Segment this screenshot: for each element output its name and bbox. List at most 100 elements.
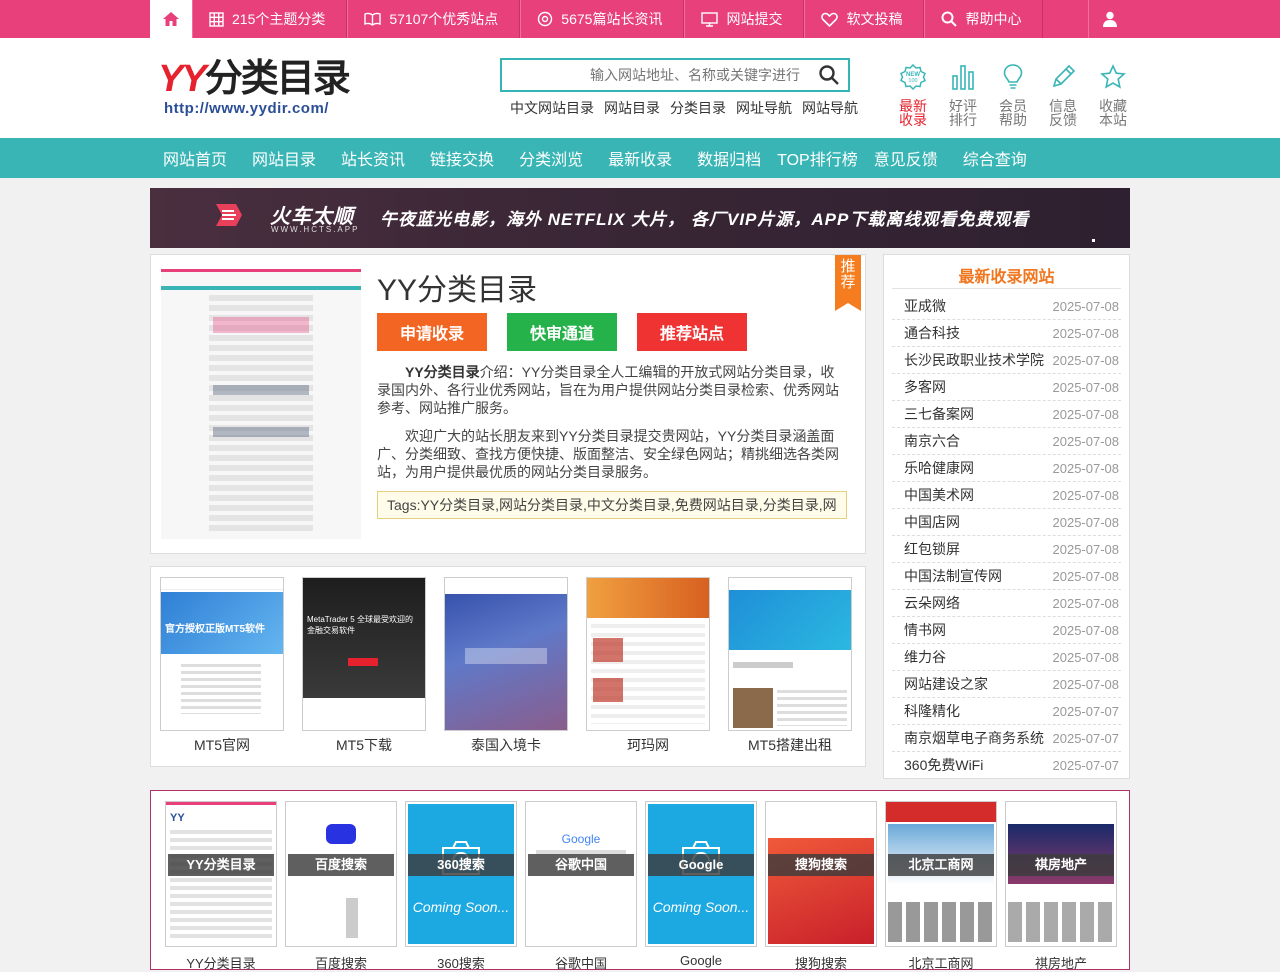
featured-item[interactable]: 北京工商网 北京工商网 bbox=[885, 801, 997, 972]
nav-item-home[interactable]: 网站首页 bbox=[163, 146, 227, 170]
nav-item-archive[interactable]: 数据归档 bbox=[697, 146, 761, 170]
topbar-categories[interactable]: 215个主题分类 bbox=[192, 0, 348, 38]
related-thumbnail: MetaTrader 5 全球最受欢迎的金融交易软件 bbox=[302, 577, 426, 731]
nav-item-news[interactable]: 站长资讯 bbox=[341, 146, 405, 170]
featured-item[interactable]: 百度搜索 百度搜索 bbox=[285, 801, 397, 972]
related-item[interactable]: 泰国入境卡 bbox=[444, 577, 568, 755]
hotlink-0[interactable]: 中文网站目录 bbox=[510, 98, 594, 118]
nav-item-browse[interactable]: 分类浏览 bbox=[519, 146, 583, 170]
new-badge-icon: NEW 100 bbox=[900, 62, 926, 92]
topbar-article[interactable]: 软文投稿 bbox=[804, 0, 925, 38]
nav-item-directory[interactable]: 网站目录 bbox=[252, 146, 316, 170]
latest-sites-list: 亚成微 2025-07-08 通合科技 2025-07-08 长沙民政职业技术学院 202… bbox=[892, 293, 1121, 779]
related-item[interactable]: MetaTrader 5 全球最受欢迎的金融交易软件 MT5下载 bbox=[302, 577, 426, 755]
latest-site-item[interactable]: 360免费WiFi 2025-07-07 bbox=[892, 752, 1121, 779]
related-item[interactable]: 珂玛网 bbox=[586, 577, 710, 755]
latest-site-item[interactable]: 三七备案网 2025-07-08 bbox=[892, 401, 1121, 428]
related-sites: 官方授权正版MT5软件 MT5官网 MetaTrader 5 全球最受欢迎的金融… bbox=[150, 566, 866, 767]
lightbulb-icon bbox=[1002, 62, 1024, 92]
latest-site-item[interactable]: 中国法制宣传网 2025-07-08 bbox=[892, 563, 1121, 590]
featured-overlay: 百度搜索 bbox=[288, 854, 394, 876]
feedback-button[interactable]: 信息反馈 bbox=[1038, 62, 1088, 127]
hotlink-1[interactable]: 网站目录 bbox=[604, 98, 660, 118]
bookmark-button[interactable]: 收藏本站 bbox=[1088, 62, 1138, 127]
latest-site-name: 通合科技 bbox=[904, 325, 960, 341]
site-logo[interactable]: YY分类目录 http://www.yydir.com/ bbox=[158, 56, 351, 122]
top-bar: 215个主题分类 57107个优秀站点 5675篇站长资讯 网站提交 软文投稿 … bbox=[0, 0, 1280, 38]
logo-yy: YY bbox=[158, 58, 207, 100]
hotlink-4[interactable]: 网站导航 bbox=[802, 98, 858, 118]
hotlink-2[interactable]: 分类目录 bbox=[670, 98, 726, 118]
latest-site-item[interactable]: 科隆精化 2025-07-07 bbox=[892, 698, 1121, 725]
related-item[interactable]: 官方授权正版MT5软件 MT5官网 bbox=[160, 577, 284, 755]
featured-item[interactable]: YY YY分类目录 YY分类目录 bbox=[165, 801, 277, 972]
latest-site-item[interactable]: 中国美术网 2025-07-08 bbox=[892, 482, 1121, 509]
search-icon bbox=[819, 65, 839, 85]
topbar-sites[interactable]: 57107个优秀站点 bbox=[347, 0, 521, 38]
hotlink-3[interactable]: 网址导航 bbox=[736, 98, 792, 118]
latest-site-name: 南京烟草电子商务系统 bbox=[904, 730, 1044, 746]
help-button[interactable]: 会员帮助 bbox=[988, 62, 1038, 127]
latest-site-item[interactable]: 情书网 2025-07-08 bbox=[892, 617, 1121, 644]
nav-item-feedback[interactable]: 意见反馈 bbox=[874, 146, 938, 170]
latest-site-item[interactable]: 维力谷 2025-07-08 bbox=[892, 644, 1121, 671]
topbar-news[interactable]: 5675篇站长资讯 bbox=[520, 0, 685, 38]
featured-overlay: YY分类目录 bbox=[168, 854, 274, 876]
site-screenshot[interactable] bbox=[161, 269, 361, 539]
ranking-label: 好评排行 bbox=[949, 98, 977, 128]
topbar-submit[interactable]: 网站提交 bbox=[684, 0, 805, 38]
related-name: MT5下载 bbox=[336, 737, 392, 753]
nav-item-latest[interactable]: 最新收录 bbox=[608, 146, 672, 170]
ranking-button[interactable]: 好评排行 bbox=[938, 62, 988, 127]
nav-item-top[interactable]: TOP排行榜 bbox=[777, 146, 858, 170]
fast-review-button[interactable]: 快审通道 bbox=[507, 313, 617, 351]
nav-item-links[interactable]: 链接交换 bbox=[430, 146, 494, 170]
featured-name: 360搜索 bbox=[437, 956, 485, 971]
latest-site-item[interactable]: 中国店网 2025-07-08 bbox=[892, 509, 1121, 536]
apply-button[interactable]: 申请收录 bbox=[377, 313, 487, 351]
featured-item[interactable]: Google 谷歌中国 谷歌中国 bbox=[525, 801, 637, 972]
book-icon bbox=[364, 12, 382, 26]
recommend-button[interactable]: 推荐站点 bbox=[637, 313, 747, 351]
latest-site-item[interactable]: 多客网 2025-07-08 bbox=[892, 374, 1121, 401]
nav-item-query[interactable]: 综合查询 bbox=[963, 146, 1027, 170]
featured-item[interactable]: 搜狗搜索 搜狗搜索 bbox=[765, 801, 877, 972]
latest-site-item[interactable]: 通合科技 2025-07-08 bbox=[892, 320, 1121, 347]
latest-site-name: 三七备案网 bbox=[904, 406, 974, 422]
latest-site-item[interactable]: 亚成微 2025-07-08 bbox=[892, 293, 1121, 320]
user-button[interactable] bbox=[1088, 0, 1130, 38]
latest-site-date: 2025-07-08 bbox=[1052, 676, 1120, 692]
help-label: 会员帮助 bbox=[999, 98, 1027, 128]
latest-site-name: 中国法制宣传网 bbox=[904, 568, 1002, 584]
latest-site-date: 2025-07-07 bbox=[1052, 757, 1120, 773]
search-button[interactable] bbox=[818, 64, 842, 88]
related-name: 泰国入境卡 bbox=[471, 737, 541, 753]
home-icon bbox=[163, 12, 179, 26]
latest-site-item[interactable]: 乐哈健康网 2025-07-08 bbox=[892, 455, 1121, 482]
featured-item[interactable]: Coming Soon... 360搜索 360搜索 bbox=[405, 801, 517, 972]
related-name: MT5官网 bbox=[194, 737, 250, 753]
site-tags: Tags:YY分类目录,网站分类目录,中文分类目录,免费网站目录,分类目录,网 bbox=[377, 491, 847, 519]
featured-item[interactable]: Coming Soon... Google Google bbox=[645, 801, 757, 968]
user-icon bbox=[1102, 11, 1117, 27]
home-button[interactable] bbox=[150, 0, 192, 38]
latest-site-item[interactable]: 南京烟草电子商务系统 2025-07-07 bbox=[892, 725, 1121, 752]
search-input[interactable] bbox=[502, 60, 808, 90]
latest-site-item[interactable]: 南京六合 2025-07-08 bbox=[892, 428, 1121, 455]
latest-site-item[interactable]: 红包锁屏 2025-07-08 bbox=[892, 536, 1121, 563]
featured-item[interactable]: 祺房地产 祺房地产 bbox=[1005, 801, 1117, 972]
latest-site-item[interactable]: 网站建设之家 2025-07-08 bbox=[892, 671, 1121, 698]
topbar-help[interactable]: 帮助中心 bbox=[924, 0, 1044, 38]
related-item[interactable]: MT5搭建出租 bbox=[728, 577, 852, 755]
latest-button[interactable]: NEW 100 最新收录 bbox=[888, 62, 938, 127]
latest-label: 最新收录 bbox=[899, 98, 927, 128]
logo-text: 分类目录 bbox=[204, 58, 351, 100]
search-icon bbox=[941, 11, 958, 27]
ad-banner[interactable]: 火车太顺 WWW.HCTS.APP 午夜蓝光电影，海外 NETFLIX 大片， … bbox=[150, 188, 1130, 248]
sidebar-title: 最新收录网站 bbox=[892, 263, 1121, 289]
header: YY分类目录 http://www.yydir.com/ 中文网站目录 网站目录… bbox=[0, 38, 1280, 138]
site-description: YY分类目录介绍：YY分类目录全人工编辑的开放式网站分类目录，收录国内外、各行业… bbox=[377, 363, 843, 491]
featured-overlay: Google bbox=[648, 854, 754, 876]
latest-site-item[interactable]: 长沙民政职业技术学院 2025-07-08 bbox=[892, 347, 1121, 374]
latest-site-item[interactable]: 云朵网络 2025-07-08 bbox=[892, 590, 1121, 617]
